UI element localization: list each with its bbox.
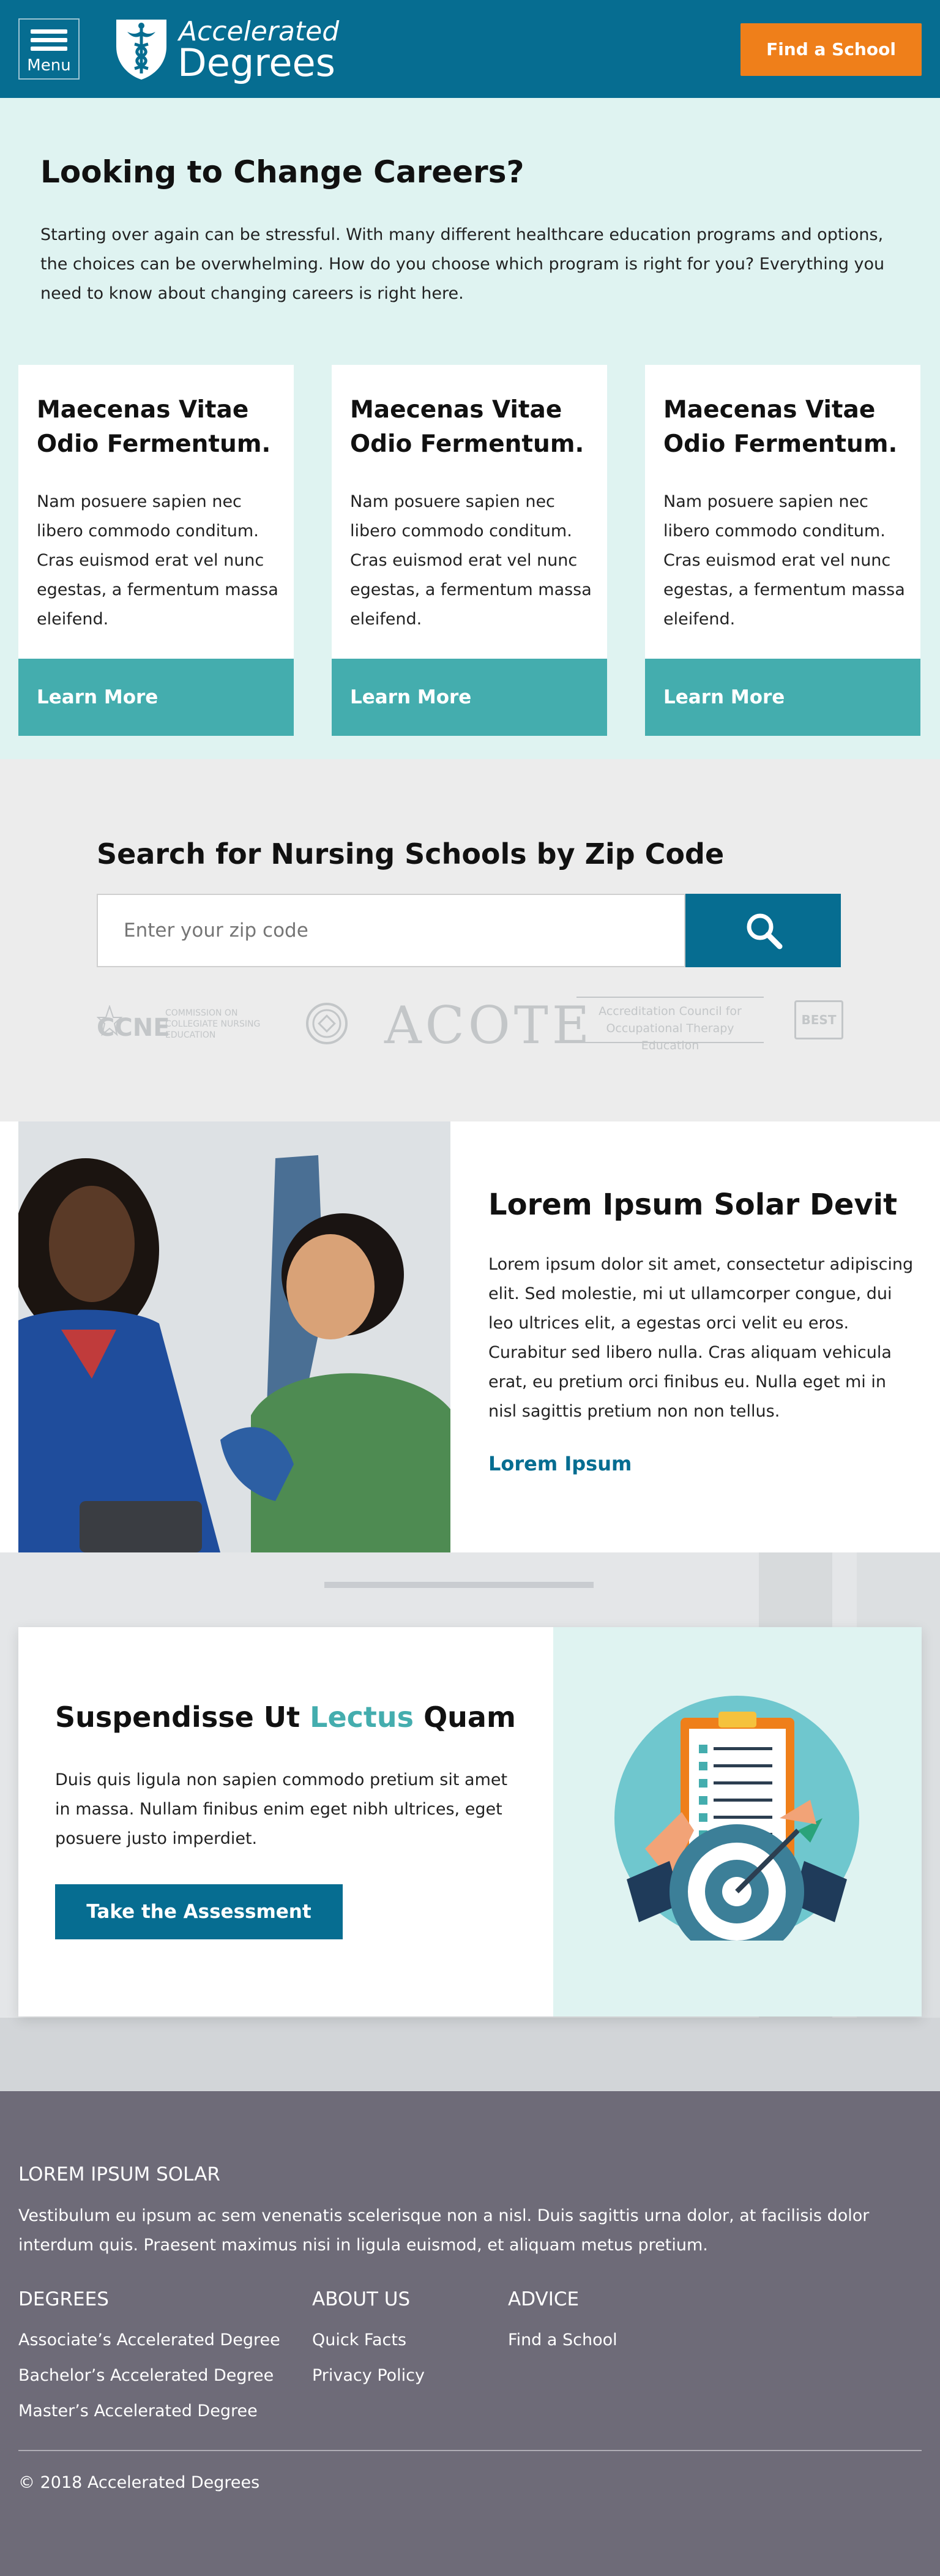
footer-column-about: ABOUT US Quick Facts Privacy Policy [312, 2288, 425, 2394]
footer-link[interactable]: Bachelor’s Accelerated Degree [18, 2358, 280, 2394]
hamburger-icon-bar [31, 47, 67, 51]
ccne-logo: CCNE [97, 1014, 170, 1042]
footer-column-advice: ADVICE Find a School [508, 2288, 617, 2358]
menu-button[interactable]: Menu [18, 18, 80, 80]
footer-description: Vestibulum eu ipsum ac sem venenatis sce… [18, 2206, 870, 2255]
accreditation-logos: CCNE COMMISSION ON COLLEGIATE NURSING ED… [97, 995, 846, 1055]
zip-search-section: Search for Nursing Schools by Zip Code C… [0, 759, 940, 1121]
best-badge: BEST [794, 1000, 843, 1039]
feature-body: Lorem ipsum dolor sit amet, consectetur … [488, 1255, 914, 1421]
copyright: © 2018 Accelerated Degrees [18, 2473, 260, 2492]
caduceus-shield-icon [116, 20, 166, 80]
info-card: Maecenas Vitae Odio Fermentum. Nam posue… [645, 365, 920, 736]
menu-label: Menu [27, 56, 71, 75]
feature-link[interactable]: Lorem Ipsum [488, 1452, 632, 1475]
hamburger-icon [31, 29, 67, 34]
acote-logo: ACOTE [384, 995, 594, 1055]
ccne-logo-text: COMMISSION ON COLLEGIATE NURSING EDUCATI… [165, 1008, 261, 1040]
card-body: Nam posuere sapien nec libero commodo co… [350, 492, 592, 629]
info-card: Maecenas Vitae Odio Fermentum. Nam posue… [18, 365, 294, 736]
learn-more-button[interactable]: Learn More [645, 659, 920, 736]
footer-heading: DEGREES [18, 2288, 109, 2310]
take-assessment-button[interactable]: Take the Assessment [55, 1884, 343, 1939]
assessment-card: Suspendisse Ut Lectus Quam Duis quis lig… [18, 1627, 922, 2016]
footer-heading: ABOUT US [312, 2288, 411, 2310]
acote-logo-text: Accreditation Council for Occupational T… [576, 997, 764, 1052]
card-title: Maecenas Vitae Odio Fermentum. [37, 396, 271, 458]
search-icon [747, 913, 783, 949]
card-title: Maecenas Vitae Odio Fermentum. [350, 396, 584, 458]
footer-link[interactable]: Privacy Policy [312, 2358, 425, 2394]
hero-section: Looking to Change Careers? Starting over… [0, 98, 940, 759]
footer-title: LOREM IPSUM SOLAR [18, 2163, 220, 2185]
assessment-title: Suspendisse Ut Lectus Quam [55, 1701, 516, 1734]
assessment-body: Duis quis ligula non sapien commodo pret… [55, 1770, 508, 1848]
footer-link[interactable]: Associate’s Accelerated Degree [18, 2323, 280, 2358]
zip-code-input[interactable] [97, 894, 685, 967]
footer-column-degrees: DEGREES Associate’s Accelerated Degree B… [18, 2288, 280, 2429]
zip-search-button[interactable] [685, 894, 841, 967]
card-body: Nam posuere sapien nec libero commodo co… [37, 492, 278, 629]
footer-link[interactable]: Find a School [508, 2323, 617, 2358]
footer-link[interactable]: Master’s Accelerated Degree [18, 2394, 280, 2429]
assessment-illustration-panel [553, 1627, 922, 2016]
hero-title: Looking to Change Careers? [40, 154, 524, 190]
site-header: Menu Accelerated Degrees Find a School [0, 0, 940, 98]
site-footer: LOREM IPSUM SOLAR Vestibulum eu ipsum ac… [0, 2091, 940, 2576]
find-a-school-button[interactable]: Find a School [740, 23, 922, 76]
zip-search-title: Search for Nursing Schools by Zip Code [97, 837, 725, 871]
hamburger-icon-bar [31, 38, 67, 42]
learn-more-button[interactable]: Learn More [18, 659, 294, 736]
footer-heading: ADVICE [508, 2288, 580, 2310]
feature-title: Lorem Ipsum Solar Devit [488, 1188, 898, 1222]
card-title: Maecenas Vitae Odio Fermentum. [663, 396, 898, 458]
footer-link[interactable]: Quick Facts [312, 2323, 425, 2358]
assessment-section: Suspendisse Ut Lectus Quam Duis quis lig… [0, 1552, 940, 2091]
learn-more-button[interactable]: Learn More [332, 659, 607, 736]
card-body: Nam posuere sapien nec libero commodo co… [663, 492, 905, 629]
seal-icon [306, 1003, 348, 1044]
nurse-patient-photo [18, 1121, 450, 1552]
info-card: Maecenas Vitae Odio Fermentum. Nam posue… [332, 365, 607, 736]
footer-divider [18, 2450, 922, 2451]
hero-intro: Starting over again can be stressful. Wi… [40, 225, 885, 303]
feature-section: Lorem Ipsum Solar Devit Lorem ipsum dolo… [0, 1121, 940, 1552]
logo-text-degrees: Degrees [177, 40, 335, 85]
clipboard-target-icon [614, 1696, 859, 1941]
